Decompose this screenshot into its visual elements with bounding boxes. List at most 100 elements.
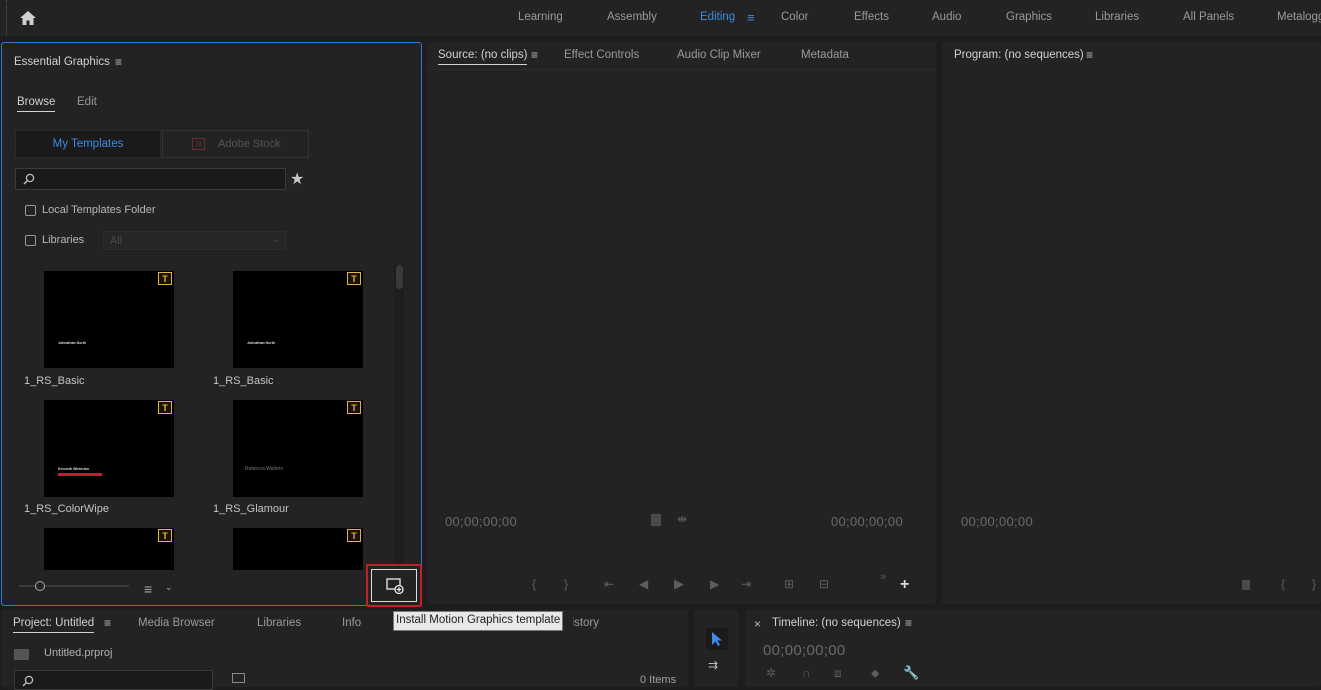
tab-timeline[interactable]: Timeline: (no sequences) — [772, 617, 901, 629]
play-icon[interactable]: ▶ — [674, 576, 684, 592]
my-templates-button[interactable]: My Templates — [15, 130, 161, 158]
scrollbar-track[interactable] — [394, 265, 404, 570]
panel-menu-icon[interactable]: ≡ — [115, 55, 122, 69]
tab-media-browser[interactable]: Media Browser — [138, 617, 215, 629]
workspace-tab-learning[interactable]: Learning — [518, 11, 563, 23]
overwrite-clip-icon[interactable]: ⊟ — [819, 577, 829, 591]
workspace-tab-all-panels[interactable]: All Panels — [1183, 11, 1234, 23]
scrollbar-thumb[interactable] — [395, 265, 403, 289]
mark-in-icon[interactable]: { — [1281, 577, 1285, 591]
template-thumbnail-4[interactable]: Rebecca Walters T — [233, 400, 363, 497]
template-search-input[interactable] — [15, 168, 286, 190]
template-label: 1_RS_Basic — [24, 375, 85, 387]
source-monitor-panel: Source: (no clips) ≡ Effect Controls Aud… — [427, 42, 936, 604]
wrench-icon[interactable]: 🔧 — [903, 665, 919, 681]
insert-icon[interactable]: ⇼ — [677, 512, 687, 526]
template-thumbnail-2[interactable]: Johnathan North T — [233, 271, 363, 368]
tab-audio-clip-mixer[interactable]: Audio Clip Mixer — [677, 49, 761, 61]
tab-history[interactable]: History — [573, 617, 599, 629]
program-timecode[interactable]: 00;00;00;00 — [961, 514, 1033, 529]
workspace-tab-effects[interactable]: Effects — [854, 11, 889, 23]
project-file-icon — [14, 649, 29, 660]
source-playhead-timecode[interactable]: 00;00;00;00 — [445, 514, 517, 529]
sort-menu-icon[interactable]: ≡ — [144, 581, 152, 597]
nest-icon[interactable]: ✲ — [766, 666, 776, 680]
template-thumbnail-5[interactable]: T — [44, 528, 174, 570]
favorites-star-icon[interactable]: ★ — [290, 169, 304, 189]
mark-in-icon[interactable]: { — [532, 577, 536, 591]
workspace-tab-libraries[interactable]: Libraries — [1095, 11, 1139, 23]
essential-graphics-panel: Essential Graphics ≡ Browse Edit My Temp… — [1, 42, 422, 606]
track-select-tool-icon[interactable]: ⇉ — [708, 658, 718, 672]
adobe-stock-button[interactable]: St Adobe Stock — [162, 130, 309, 158]
panel-menu-icon[interactable]: ≡ — [1086, 48, 1093, 62]
step-back-icon[interactable]: ◀ — [639, 577, 648, 591]
workspace-tab-metalogging[interactable]: Metalogging — [1277, 11, 1321, 23]
tab-history-clip: History — [573, 617, 599, 629]
panel-menu-icon[interactable]: ≡ — [905, 616, 912, 630]
add-marker-icon[interactable]: ⬥ — [871, 666, 879, 681]
local-templates-checkbox[interactable] — [25, 205, 36, 216]
text-template-badge-icon: T — [158, 272, 172, 285]
chevron-down-icon: ⌄ — [272, 234, 281, 245]
find-icon[interactable] — [232, 673, 245, 683]
tab-browse[interactable]: Browse — [17, 96, 56, 112]
tab-libraries[interactable]: Libraries — [257, 617, 301, 629]
thumbnail-preview-text: Rebecca Walters — [245, 466, 283, 472]
home-icon[interactable] — [19, 10, 37, 26]
adobe-stock-label: Adobe Stock — [218, 138, 281, 150]
linked-selection-icon[interactable]: ⧈ — [834, 666, 842, 681]
thumbnail-preview-text: Johnathan North — [58, 341, 86, 345]
project-search-input[interactable] — [14, 670, 213, 690]
marker-icon[interactable] — [1242, 580, 1250, 590]
tab-source[interactable]: Source: (no clips) — [438, 49, 528, 65]
template-thumbnail-1[interactable]: Johnathan North T — [44, 271, 174, 368]
text-template-badge-icon: T — [347, 272, 361, 285]
tab-info[interactable]: Info — [342, 617, 361, 629]
drag-handle[interactable] — [6, 0, 9, 36]
slider-handle[interactable] — [35, 581, 45, 591]
workspace-tab-clip: Metalogging — [1277, 11, 1321, 23]
install-template-icon — [386, 578, 404, 594]
button-editor-plus-icon[interactable]: + — [900, 576, 909, 594]
libraries-label: Libraries — [42, 234, 85, 246]
workspace-tab-audio[interactable]: Audio — [932, 11, 961, 23]
project-panel: Project: Untitled ≡ Media Browser Librar… — [1, 610, 688, 690]
workspace-tab-color[interactable]: Color — [781, 11, 808, 23]
libraries-select[interactable]: All ⌄ — [103, 231, 286, 250]
template-thumbnail-3[interactable]: Kenneth Winterton T — [44, 400, 174, 497]
close-icon[interactable]: × — [754, 617, 761, 631]
search-icon — [23, 173, 35, 185]
drop-frame-icon[interactable] — [651, 514, 661, 526]
step-forward-icon[interactable]: ▶ — [710, 577, 719, 591]
template-thumbnail-6[interactable]: T — [233, 528, 363, 570]
go-to-in-icon[interactable]: ⇤ — [604, 577, 614, 591]
workspace-tab-editing[interactable]: Editing — [700, 11, 735, 23]
workspace-menu-icon[interactable]: ≡ — [747, 10, 755, 25]
tab-metadata[interactable]: Metadata — [801, 49, 849, 61]
program-monitor-panel: Program: (no sequences) ≡ 00;00;00;00 { … — [942, 42, 1321, 604]
timeline-timecode[interactable]: 00;00;00;00 — [763, 642, 846, 659]
panel-menu-icon[interactable]: ≡ — [531, 48, 538, 62]
insert-clip-icon[interactable]: ⊞ — [784, 577, 794, 591]
go-to-out-icon[interactable]: ⇥ — [741, 577, 751, 591]
more-controls-icon[interactable]: » — [880, 571, 886, 583]
workspace-tab-graphics[interactable]: Graphics — [1006, 11, 1052, 23]
tab-program[interactable]: Program: (no sequences) — [954, 49, 1084, 61]
mark-out-icon[interactable]: } — [1312, 577, 1316, 591]
panel-menu-icon[interactable]: ≡ — [104, 616, 111, 630]
tab-edit[interactable]: Edit — [77, 96, 97, 108]
tab-effect-controls[interactable]: Effect Controls — [564, 49, 639, 61]
snap-magnet-icon[interactable]: ∩ — [802, 666, 811, 680]
items-count: 0 Items — [640, 674, 677, 686]
workspace-tab-assembly[interactable]: Assembly — [607, 11, 657, 23]
selection-arrow-icon — [712, 632, 722, 646]
local-templates-label: Local Templates Folder — [42, 204, 156, 216]
libraries-checkbox[interactable] — [25, 235, 36, 246]
thumbnail-preview-text: Kenneth Winterton — [58, 467, 90, 471]
chevron-down-icon[interactable]: ⌄ — [165, 582, 173, 593]
tab-project[interactable]: Project: Untitled — [13, 617, 95, 633]
selection-tool[interactable] — [706, 628, 728, 650]
mark-out-icon[interactable]: } — [564, 577, 568, 591]
install-mogrt-button[interactable] — [371, 569, 417, 602]
